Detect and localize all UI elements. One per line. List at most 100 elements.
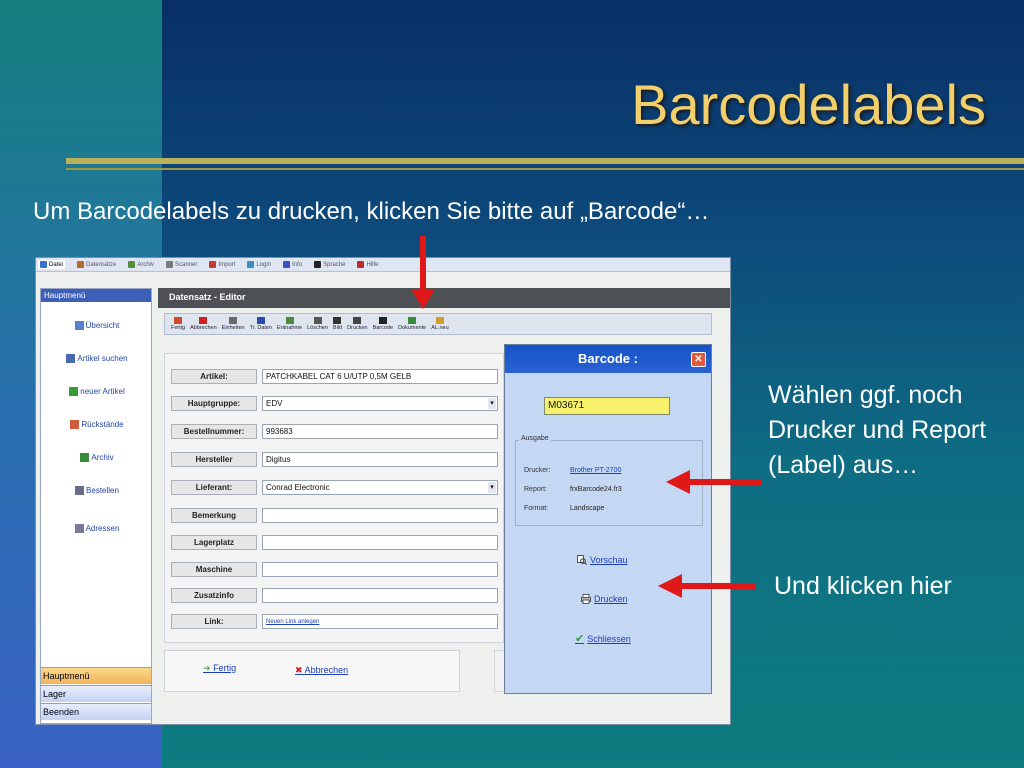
toolbar-button-1[interactable]: Abbrechen [190, 314, 217, 334]
toolbar-label: Bild [332, 325, 343, 331]
sidebar-item-3[interactable]: Rückstände [41, 420, 153, 430]
toolbar-label: Barcode [372, 325, 394, 331]
order-icon [75, 486, 85, 496]
menu-label: Sprache [323, 261, 346, 268]
field-input[interactable] [262, 535, 498, 550]
sidebar-bottom-hauptmenu[interactable]: Hauptmenü [41, 667, 151, 684]
field-input[interactable]: Digitus [262, 452, 498, 467]
preview-button[interactable]: Vorschau [577, 555, 628, 565]
menu-item-5[interactable]: Login [247, 261, 271, 268]
sidebar-item-6[interactable]: Adressen [41, 524, 153, 534]
address-icon [74, 524, 84, 534]
report-key: Report: [524, 486, 547, 493]
toolbar-label: Abbrechen [190, 325, 217, 331]
language-icon [314, 261, 322, 268]
sidebar-item-0[interactable]: Übersicht [41, 321, 153, 331]
sidebar-item-2[interactable]: neuer Artikel [41, 387, 153, 397]
field-input[interactable] [262, 588, 498, 603]
note-select-printer: Wählen ggf. noch Drucker und Report (Lab… [768, 381, 987, 479]
sidebar-bottom-lager[interactable]: Lager [41, 685, 151, 702]
toolbar-button-2[interactable]: Einheiten [222, 314, 245, 334]
archive-icon [80, 453, 90, 463]
import-icon [209, 261, 217, 268]
toolbar-label: Einheiten [221, 325, 245, 331]
sidebar-item-label: Adressen [85, 524, 120, 533]
field-input[interactable] [262, 508, 498, 523]
new-link-link[interactable]: Neuen Link anlegen [262, 614, 498, 629]
cancel-icon [199, 317, 208, 324]
menu-item-3[interactable]: Scanner [166, 261, 197, 268]
cancel-button[interactable]: ✖ Abbrechen [295, 665, 348, 676]
arrow-left-icon-2 [658, 574, 682, 598]
toolbar-button-6[interactable]: Bild [333, 314, 342, 334]
barcode-icon [378, 317, 387, 324]
field-input[interactable]: 993683 [262, 424, 498, 439]
editor-header: Datensatz - Editor [158, 288, 730, 308]
barcode-dialog-title-bar: Barcode : ✕ [505, 345, 711, 373]
field-input[interactable] [262, 562, 498, 577]
toolbar-button-4[interactable]: Entnahme [277, 314, 302, 334]
close-icon[interactable]: ✕ [691, 352, 706, 367]
toolbar-label: Entnahme [277, 325, 303, 331]
sidebar-item-label: neuer Artikel [80, 387, 125, 396]
toolbar-label: Drucken [347, 325, 368, 331]
report-value: frxBarcode24.fr3 [570, 486, 622, 493]
field-select[interactable]: Conrad Electronic [262, 480, 498, 495]
print-button[interactable]: Drucken [581, 594, 628, 604]
barcode-dialog-title: Barcode : [578, 351, 638, 366]
done-button[interactable]: ➔ Fertig [203, 663, 236, 674]
sidebar-item-5[interactable]: Bestellen [41, 486, 153, 496]
toolbar-button-10[interactable]: AL.neu [431, 314, 449, 334]
toolbar-button-0[interactable]: Fertig [171, 314, 185, 334]
preview-label: Vorschau [590, 555, 628, 565]
sidebar-bottom-beenden[interactable]: Beenden [41, 703, 151, 720]
barcode-code-input[interactable]: M03671 [544, 397, 670, 415]
toolbar-button-5[interactable]: Löschen [307, 314, 328, 334]
slide-title: Barcodelabels [631, 73, 986, 136]
units-icon [229, 317, 238, 324]
menu-item-4[interactable]: Import [209, 261, 235, 268]
list-icon [77, 261, 85, 268]
form-row: Hauptgruppe: EDV [171, 396, 498, 411]
folder-icon [40, 261, 47, 268]
form-row: Bemerkung [171, 508, 498, 523]
menubar: Datei Datensätze Archiv Scanner Import Login I… [36, 258, 730, 272]
printer-link[interactable]: Brother PT-2700 [570, 467, 621, 474]
arrow-down-icon [411, 289, 435, 309]
sidebar-item-1[interactable]: Artikel suchen [41, 354, 153, 364]
field-label: Bestellnummer: [171, 424, 257, 439]
menu-item-1[interactable]: Datensätze [77, 261, 116, 268]
delete-icon [313, 317, 322, 324]
toolbar-button-3[interactable]: Tr. Daten [250, 314, 272, 334]
title-rule [66, 158, 1024, 164]
magnifier-icon [577, 555, 587, 565]
sidebar-item-4[interactable]: Archiv [41, 453, 153, 463]
toolbar-label: Tr. Daten [249, 325, 273, 331]
field-select[interactable]: EDV [262, 396, 498, 411]
format-key: Format: [524, 505, 549, 512]
menu-item-8[interactable]: Hilfe [357, 261, 379, 268]
field-label: Hauptgruppe: [171, 396, 257, 411]
field-input[interactable]: PATCHKABEL CAT 6 U/UTP 0,5M GELB [262, 369, 498, 384]
field-label: Zusatzinfo [171, 588, 257, 603]
menu-item-6[interactable]: Info [283, 261, 302, 268]
form-row: Hersteller Digitus [171, 452, 498, 467]
toolbar-button-7[interactable]: Drucken [347, 314, 368, 334]
close-button[interactable]: ✔ Schliessen [575, 632, 631, 645]
menu-item-0[interactable]: Datei [38, 260, 66, 269]
toolbar-button-9[interactable]: Dokumente [398, 314, 426, 334]
withdraw-icon [285, 317, 294, 324]
field-label: Bemerkung [171, 508, 257, 523]
form-row: Lieferant: Conrad Electronic [171, 480, 498, 495]
field-label: Lagerplatz [171, 535, 257, 550]
toolbar-button-8[interactable]: Barcode [372, 314, 394, 334]
toolbar-label: Fertig [171, 325, 186, 331]
scanner-icon [166, 261, 174, 268]
format-row: Format: Landscape [524, 505, 604, 512]
new-item-icon [69, 387, 79, 397]
form-row: Bestellnummer: 993683 [171, 424, 498, 439]
form-row: Zusatzinfo [171, 588, 498, 603]
menu-item-7[interactable]: Sprache [314, 261, 345, 268]
menu-item-2[interactable]: Archiv [128, 261, 154, 268]
footer-bar: ➔ Fertig ✖ Abbrechen [164, 650, 460, 692]
